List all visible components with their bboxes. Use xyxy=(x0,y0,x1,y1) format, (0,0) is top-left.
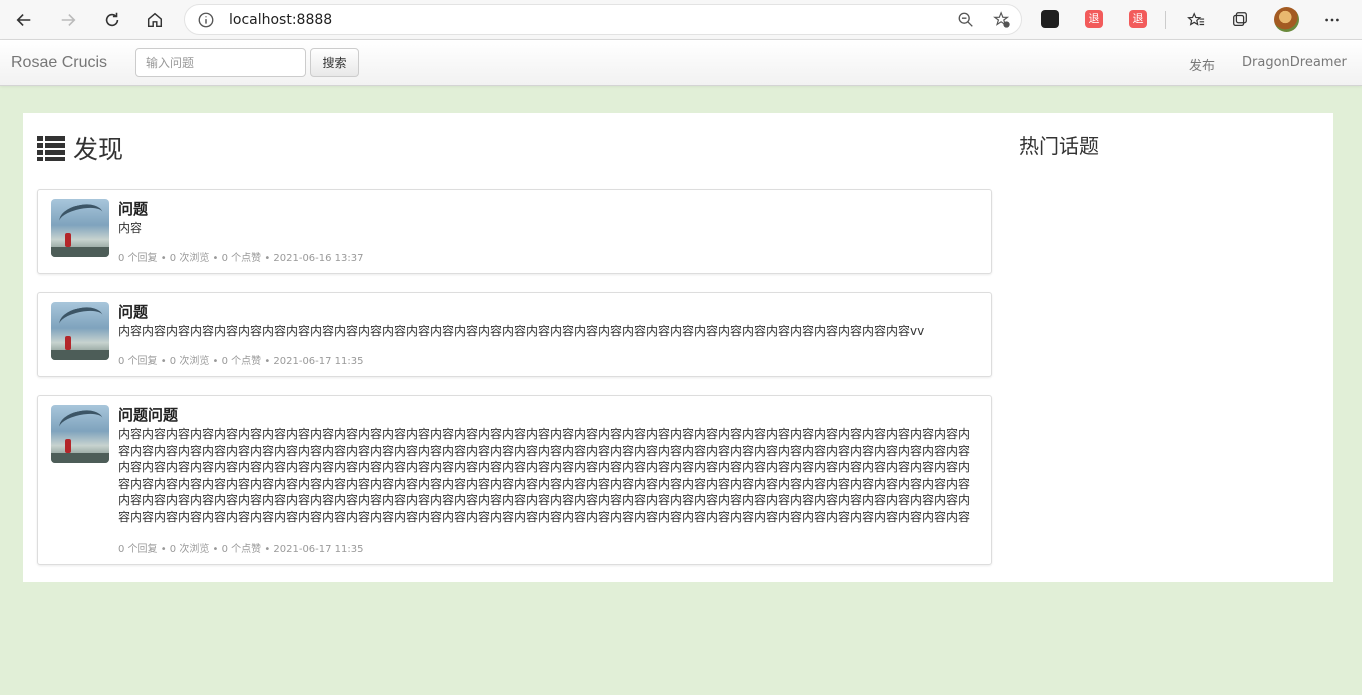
question-title[interactable]: 问题 xyxy=(118,301,148,322)
extension-red-icon[interactable]: 退 xyxy=(1085,10,1103,28)
question-avatar[interactable] xyxy=(51,199,109,257)
page-title: 发现 xyxy=(37,131,123,165)
publish-link[interactable]: 发布 xyxy=(1189,55,1215,74)
question-card[interactable]: 问题 内容 0 个回复 • 0 次浏览 • 0 个点赞 • 2021-06-16… xyxy=(37,189,992,274)
question-avatar[interactable] xyxy=(51,405,109,463)
question-card[interactable]: 问题问题 内容内容内容内容内容内容内容内容内容内容内容内容内容内容内容内容内容内… xyxy=(37,395,992,565)
profile-avatar[interactable] xyxy=(1274,7,1299,32)
question-avatar[interactable] xyxy=(51,302,109,360)
search-button[interactable]: 搜索 xyxy=(310,48,359,77)
toolbar-divider xyxy=(1165,11,1166,29)
hot-topics-title: 热门话题 xyxy=(1019,134,1099,158)
info-icon[interactable] xyxy=(197,11,215,29)
search-input[interactable] xyxy=(135,48,306,77)
list-icon xyxy=(37,136,65,161)
question-meta: 0 个回复 • 0 次浏览 • 0 个点赞 • 2021-06-17 11:35 xyxy=(118,356,364,367)
url-text[interactable]: localhost:8888 xyxy=(229,12,332,28)
question-title[interactable]: 问题 xyxy=(118,198,148,219)
extension-icon[interactable] xyxy=(1041,10,1059,28)
site-navbar: Rosae Crucis 搜索 发布 DragonDreamer xyxy=(0,40,1362,86)
question-card[interactable]: 问题 内容内容内容内容内容内容内容内容内容内容内容内容内容内容内容内容内容内容内… xyxy=(37,292,992,377)
home-icon[interactable] xyxy=(141,6,169,34)
site-brand[interactable]: Rosae Crucis xyxy=(11,54,107,72)
question-meta: 0 个回复 • 0 次浏览 • 0 个点赞 • 2021-06-16 13:37 xyxy=(118,253,364,264)
question-body: 内容内容内容内容内容内容内容内容内容内容内容内容内容内容内容内容内容内容内容内容… xyxy=(118,324,925,338)
favorites-icon[interactable] xyxy=(1182,6,1210,34)
browser-toolbar: localhost:8888 退 退 xyxy=(0,0,1362,40)
question-body: 内容 xyxy=(118,221,143,235)
forward-icon[interactable] xyxy=(54,6,82,34)
extension-red-icon-2[interactable]: 退 xyxy=(1129,10,1147,28)
question-meta: 0 个回复 • 0 次浏览 • 0 个点赞 • 2021-06-17 11:35 xyxy=(118,544,364,555)
page-title-text: 发现 xyxy=(73,135,124,164)
question-body: 内容内容内容内容内容内容内容内容内容内容内容内容内容内容内容内容内容内容内容内容… xyxy=(118,427,971,524)
question-title[interactable]: 问题问题 xyxy=(118,404,178,425)
reload-icon[interactable] xyxy=(98,6,126,34)
zoom-out-icon[interactable] xyxy=(957,11,975,29)
address-bar[interactable]: localhost:8888 xyxy=(184,4,1022,35)
collections-icon[interactable] xyxy=(1226,6,1254,34)
add-favorite-icon[interactable] xyxy=(993,11,1011,29)
back-icon[interactable] xyxy=(10,6,38,34)
user-menu-link[interactable]: DragonDreamer xyxy=(1242,55,1347,70)
more-menu-icon[interactable] xyxy=(1318,6,1346,34)
content-panel: 发现 热门话题 问题 内容 0 个回复 • 0 次浏览 • 0 个点赞 • 20… xyxy=(23,113,1333,582)
